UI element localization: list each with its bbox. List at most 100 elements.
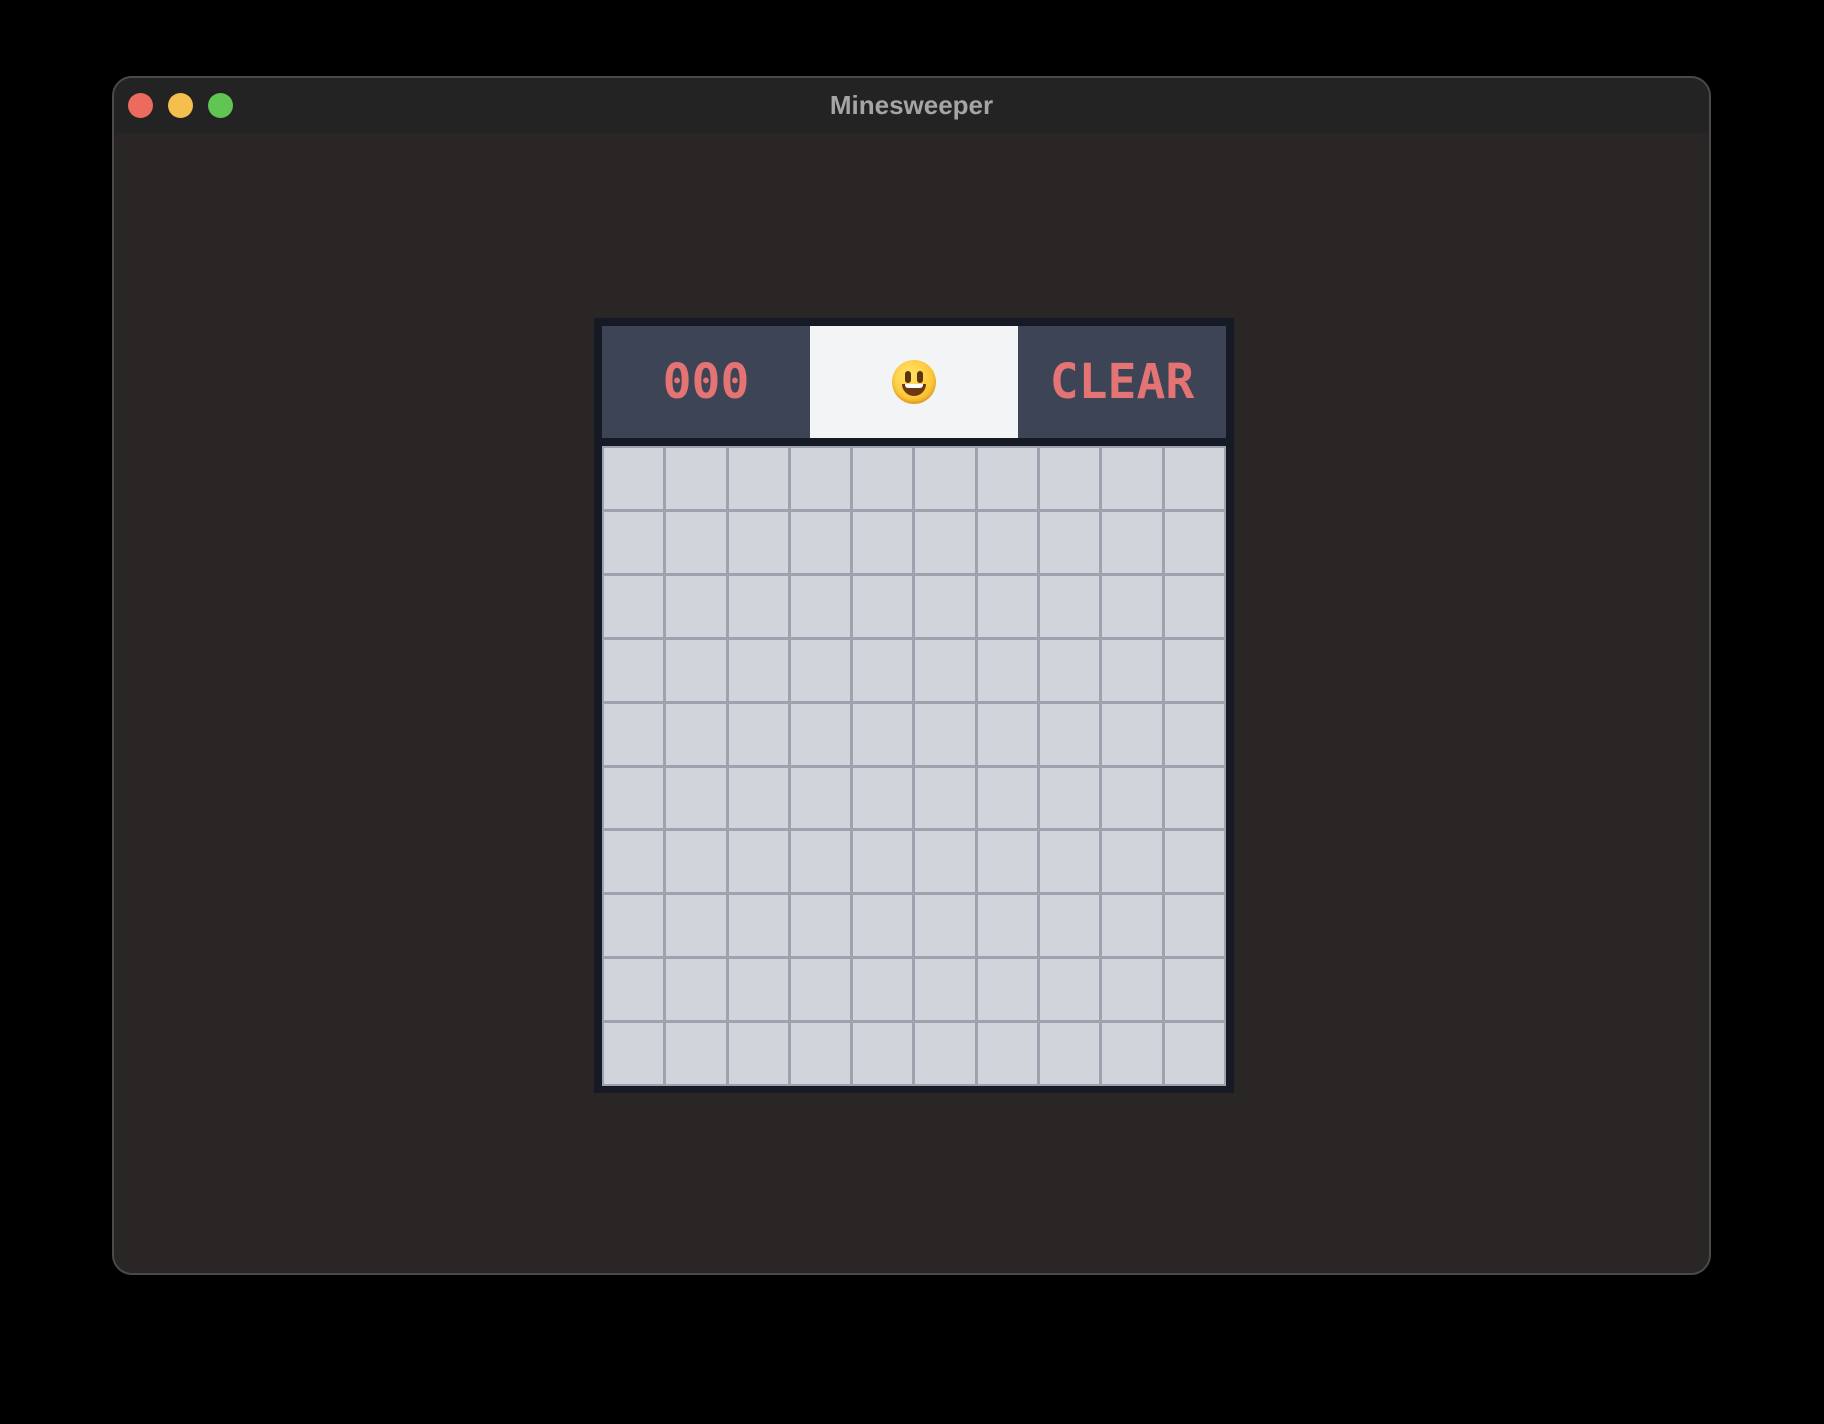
grid-cell[interactable] [977, 831, 1038, 893]
grid-cell[interactable] [915, 767, 975, 829]
grid-cell[interactable] [1164, 575, 1224, 637]
grid-cell[interactable] [666, 703, 726, 765]
grid-cell[interactable] [853, 959, 913, 1021]
grid-cell[interactable] [915, 448, 975, 509]
grid-cell[interactable] [604, 959, 664, 1021]
grid-cell[interactable] [1102, 448, 1162, 509]
grid-cell[interactable] [604, 831, 664, 893]
grid-cell[interactable] [1164, 1023, 1224, 1084]
grid-cell[interactable] [1102, 639, 1162, 701]
grid-cell[interactable] [1102, 767, 1162, 829]
grid-cell[interactable] [604, 448, 664, 509]
grid-cell[interactable] [977, 895, 1038, 957]
grid-cell[interactable] [1040, 703, 1100, 765]
grid-cell[interactable] [666, 511, 726, 573]
grid-cell[interactable] [1164, 959, 1224, 1021]
grid-cell[interactable] [1164, 895, 1224, 957]
grid-cell[interactable] [790, 895, 851, 957]
grid-cell[interactable] [977, 511, 1038, 573]
grid-cell[interactable] [1102, 575, 1162, 637]
grid-cell[interactable] [666, 575, 726, 637]
grid-cell[interactable] [1164, 511, 1224, 573]
grid-cell[interactable] [728, 767, 788, 829]
grid-cell[interactable] [1102, 703, 1162, 765]
grid-cell[interactable] [728, 511, 788, 573]
grid-cell[interactable] [977, 1023, 1038, 1084]
grid-cell[interactable] [790, 703, 851, 765]
grid-cell[interactable] [1040, 767, 1100, 829]
grid-cell[interactable] [977, 703, 1038, 765]
grid-cell[interactable] [666, 767, 726, 829]
grid-cell[interactable] [1040, 575, 1100, 637]
grid-cell[interactable] [1164, 703, 1224, 765]
grid-cell[interactable] [1040, 448, 1100, 509]
grid-cell[interactable] [790, 448, 851, 509]
grid-cell[interactable] [604, 895, 664, 957]
grid-cell[interactable] [977, 767, 1038, 829]
grid-cell[interactable] [728, 895, 788, 957]
grid-cell[interactable] [1102, 1023, 1162, 1084]
grid-cell[interactable] [604, 639, 664, 701]
grid-cell[interactable] [853, 703, 913, 765]
grid-cell[interactable] [604, 703, 664, 765]
grid-cell[interactable] [1164, 639, 1224, 701]
grid-cell[interactable] [977, 639, 1038, 701]
grid-cell[interactable] [666, 639, 726, 701]
grid-cell[interactable] [1164, 831, 1224, 893]
grid-cell[interactable] [853, 767, 913, 829]
grid-cell[interactable] [790, 575, 851, 637]
grid-cell[interactable] [1102, 511, 1162, 573]
grid-cell[interactable] [853, 895, 913, 957]
grid-cell[interactable] [977, 959, 1038, 1021]
grid-cell[interactable] [1040, 959, 1100, 1021]
grid-cell[interactable] [728, 639, 788, 701]
grid-cell[interactable] [728, 575, 788, 637]
grid-cell[interactable] [853, 1023, 913, 1084]
grid-cell[interactable] [1040, 639, 1100, 701]
grid-cell[interactable] [790, 639, 851, 701]
grid-cell[interactable] [728, 448, 788, 509]
grid-cell[interactable] [790, 959, 851, 1021]
grid-cell[interactable] [853, 639, 913, 701]
grid-cell[interactable] [666, 959, 726, 1021]
grid-cell[interactable] [728, 959, 788, 1021]
grid-cell[interactable] [915, 959, 975, 1021]
grid-cell[interactable] [790, 831, 851, 893]
grid-cell[interactable] [853, 831, 913, 893]
grid-cell[interactable] [915, 639, 975, 701]
grid-cell[interactable] [1102, 831, 1162, 893]
grid-cell[interactable] [666, 831, 726, 893]
grid-cell[interactable] [915, 895, 975, 957]
grid-cell[interactable] [915, 703, 975, 765]
grid-cell[interactable] [604, 575, 664, 637]
grid-cell[interactable] [977, 575, 1038, 637]
grid-cell[interactable] [1040, 511, 1100, 573]
grid-cell[interactable] [1040, 831, 1100, 893]
grid-cell[interactable] [915, 575, 975, 637]
grid-cell[interactable] [1102, 895, 1162, 957]
grid-cell[interactable] [728, 703, 788, 765]
grid-cell[interactable] [604, 767, 664, 829]
grid-cell[interactable] [1040, 895, 1100, 957]
grid-cell[interactable] [977, 448, 1038, 509]
grid-cell[interactable] [915, 1023, 975, 1084]
grid-cell[interactable] [790, 1023, 851, 1084]
grid-cell[interactable] [604, 511, 664, 573]
grid-cell[interactable] [790, 767, 851, 829]
grid-cell[interactable] [790, 511, 851, 573]
reset-face-button[interactable] [810, 326, 1018, 438]
grid-cell[interactable] [666, 1023, 726, 1084]
grid-cell[interactable] [1040, 1023, 1100, 1084]
grid-cell[interactable] [666, 895, 726, 957]
grid-cell[interactable] [915, 831, 975, 893]
grid-cell[interactable] [728, 831, 788, 893]
grid-cell[interactable] [1164, 767, 1224, 829]
grid-cell[interactable] [604, 1023, 664, 1084]
grid-cell[interactable] [853, 511, 913, 573]
grid-cell[interactable] [853, 448, 913, 509]
grid-cell[interactable] [728, 1023, 788, 1084]
grid-cell[interactable] [915, 511, 975, 573]
grid-cell[interactable] [1164, 448, 1224, 509]
grid-cell[interactable] [1102, 959, 1162, 1021]
grid-cell[interactable] [853, 575, 913, 637]
